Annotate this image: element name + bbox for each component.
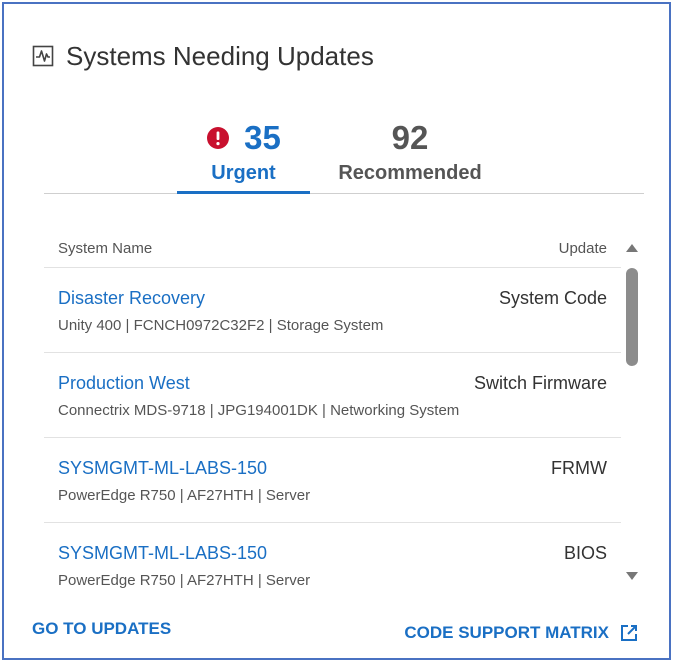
urgent-label: Urgent: [211, 162, 276, 184]
table-header: System Name Update: [44, 230, 621, 268]
system-name-link[interactable]: SYSMGMT-ML-LABS-150: [58, 458, 267, 479]
activity-chart-icon: [32, 45, 54, 67]
table-row[interactable]: SYSMGMT-ML-LABS-150 BIOS PowerEdge R750 …: [44, 523, 621, 592]
table-row[interactable]: Production West Switch Firmware Connectr…: [44, 353, 621, 438]
code-support-matrix-label: CODE SUPPORT MATRIX: [404, 623, 609, 642]
table-row[interactable]: SYSMGMT-ML-LABS-150 FRMW PowerEdge R750 …: [44, 438, 621, 523]
scroll-thumb[interactable]: [626, 268, 638, 366]
code-support-matrix-link[interactable]: CODE SUPPORT MATRIX: [404, 623, 639, 643]
update-tabs: 35 Urgent 92 Recommended: [44, 116, 644, 194]
system-detail: Connectrix MDS-9718 | JPG194001DK | Netw…: [58, 402, 460, 419]
tab-recommended[interactable]: 92 Recommended: [334, 116, 486, 194]
system-detail: PowerEdge R750 | AF27HTH | Server: [58, 487, 311, 504]
system-name-link[interactable]: SYSMGMT-ML-LABS-150: [58, 543, 267, 564]
urgent-count: 35: [244, 119, 281, 156]
system-name-link[interactable]: Production West: [58, 373, 190, 394]
tab-urgent[interactable]: 35 Urgent: [177, 116, 310, 194]
column-header-system-name[interactable]: System Name: [58, 240, 152, 257]
card-title: Systems Needing Updates: [66, 40, 374, 71]
card-header: Systems Needing Updates: [32, 38, 374, 74]
system-detail: PowerEdge R750 | AF27HTH | Server: [58, 572, 311, 589]
recommended-count: 92: [391, 119, 429, 156]
external-link-icon: [621, 625, 637, 641]
system-detail: Unity 400 | FCNCH0972C32F2 | Storage Sys…: [58, 317, 384, 334]
scroll-up-arrow-icon[interactable]: [626, 244, 638, 252]
systems-table: System Name Update Disaster Recovery Sys…: [44, 230, 621, 592]
column-header-update[interactable]: Update: [559, 240, 607, 257]
update-type: BIOS: [563, 543, 607, 563]
update-type: FRMW: [551, 458, 607, 478]
go-to-updates-link[interactable]: GO TO UPDATES: [32, 619, 171, 639]
update-type: Switch Firmware: [473, 373, 607, 393]
table-row[interactable]: Disaster Recovery System Code Unity 400 …: [44, 268, 621, 353]
system-name-link[interactable]: Disaster Recovery: [58, 288, 205, 309]
alert-circle-icon: [207, 127, 230, 149]
table-scrollbar[interactable]: [621, 234, 645, 582]
scroll-down-arrow-icon[interactable]: [626, 572, 638, 580]
systems-needing-updates-card: Systems Needing Updates 35 Urgent 92 Rec…: [2, 2, 671, 660]
update-type: System Code: [498, 288, 607, 308]
recommended-label: Recommended: [338, 162, 482, 184]
